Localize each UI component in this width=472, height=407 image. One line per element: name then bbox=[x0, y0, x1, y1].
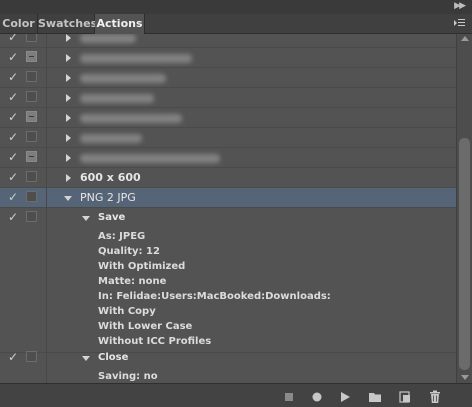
action-name-blurred bbox=[80, 54, 192, 63]
vertical-scrollbar[interactable] bbox=[456, 34, 472, 383]
action-name-blurred bbox=[80, 154, 220, 163]
toggle-check-icon[interactable]: ✓ bbox=[6, 130, 20, 144]
toggle-check-icon[interactable]: ✓ bbox=[6, 210, 20, 224]
actions-toolbar bbox=[0, 383, 472, 407]
action-row[interactable]: ✓ bbox=[0, 148, 456, 168]
action-name-blurred bbox=[80, 74, 166, 83]
step-save[interactable]: ✓ Save As: JPEG Quality: 12 With Optimiz… bbox=[0, 208, 456, 353]
dialog-toggle-box[interactable] bbox=[26, 191, 37, 202]
expand-arrow-icon[interactable] bbox=[66, 134, 71, 142]
action-row[interactable]: ✓ bbox=[0, 48, 456, 68]
step-close[interactable]: ✓ Close Saving: no bbox=[0, 348, 456, 383]
scroll-up-icon[interactable] bbox=[461, 36, 469, 41]
dialog-toggle-box[interactable] bbox=[26, 91, 37, 102]
action-row[interactable]: ✓ 600 x 600 bbox=[0, 168, 456, 188]
action-row[interactable]: ✓ bbox=[0, 68, 456, 88]
tab-actions[interactable]: Actions bbox=[95, 14, 145, 34]
action-row-selected[interactable]: ✓ PNG 2 JPG bbox=[0, 188, 456, 208]
toggle-check-icon[interactable]: ✓ bbox=[6, 150, 20, 164]
toggle-check-icon[interactable]: ✓ bbox=[6, 110, 20, 124]
toggle-check-icon[interactable]: ✓ bbox=[6, 350, 20, 364]
panel-top-strip: ▶▶ bbox=[0, 0, 472, 14]
scroll-down-icon[interactable] bbox=[461, 375, 469, 380]
step-param: With Lower Case bbox=[98, 321, 193, 332]
action-row[interactable]: ✓ bbox=[0, 108, 456, 128]
tab-swatches[interactable]: Swatches bbox=[38, 14, 97, 33]
action-name: PNG 2 JPG bbox=[80, 191, 136, 204]
step-name: Close bbox=[98, 352, 129, 363]
dialog-toggle-box[interactable] bbox=[26, 351, 37, 362]
step-param: In: Felidae:Users:MacBooked:Downloads: bbox=[98, 291, 331, 302]
toggle-check-icon[interactable]: ✓ bbox=[6, 34, 20, 44]
dialog-toggle-box[interactable] bbox=[26, 34, 37, 42]
dialog-toggle-box[interactable] bbox=[26, 211, 37, 222]
step-param: Saving: no bbox=[98, 371, 158, 382]
dialog-toggle-box[interactable] bbox=[26, 171, 37, 182]
toggle-check-icon[interactable]: ✓ bbox=[6, 70, 20, 84]
toggle-check-icon[interactable]: ✓ bbox=[6, 190, 20, 204]
new-action-icon[interactable] bbox=[398, 389, 412, 403]
expand-arrow-icon[interactable] bbox=[66, 154, 71, 162]
new-set-icon[interactable] bbox=[368, 389, 382, 403]
expand-arrow-icon[interactable] bbox=[66, 74, 71, 82]
action-row[interactable]: ✓ bbox=[0, 88, 456, 108]
panel-menu-icon[interactable] bbox=[454, 18, 465, 28]
stop-icon[interactable] bbox=[282, 389, 296, 403]
actions-list: ✓ ✓ ✓ ✓ ✓ ✓ ✓ ✓ 600 x 600 ✓ PNG 2 JPG ✓ … bbox=[0, 34, 456, 383]
collapse-arrow-icon[interactable] bbox=[64, 196, 72, 201]
action-name: 600 x 600 bbox=[80, 171, 141, 184]
step-param: Without ICC Profiles bbox=[98, 336, 212, 347]
step-name: Save bbox=[98, 212, 126, 223]
action-name-blurred bbox=[80, 114, 182, 123]
step-param: With Optimized bbox=[98, 261, 186, 272]
toggle-check-icon[interactable]: ✓ bbox=[6, 50, 20, 64]
delete-icon[interactable] bbox=[428, 389, 442, 403]
step-param: As: JPEG bbox=[98, 231, 146, 242]
collapse-panel-icon[interactable]: ▶▶ bbox=[454, 1, 466, 11]
action-row[interactable]: ✓ bbox=[0, 128, 456, 148]
play-icon[interactable] bbox=[338, 389, 352, 403]
expand-arrow-icon[interactable] bbox=[66, 34, 71, 42]
collapse-arrow-icon[interactable] bbox=[82, 356, 90, 361]
scrollbar-thumb[interactable] bbox=[459, 138, 470, 370]
action-name-blurred bbox=[80, 94, 154, 103]
dialog-toggle-box[interactable] bbox=[26, 151, 37, 162]
dialog-toggle-box[interactable] bbox=[26, 111, 37, 122]
dialog-toggle-box[interactable] bbox=[26, 71, 37, 82]
expand-arrow-icon[interactable] bbox=[66, 54, 71, 62]
expand-arrow-icon[interactable] bbox=[66, 174, 71, 182]
step-param: Matte: none bbox=[98, 276, 167, 287]
expand-arrow-icon[interactable] bbox=[66, 94, 71, 102]
action-name-blurred bbox=[80, 34, 136, 43]
record-icon[interactable] bbox=[310, 389, 324, 403]
dialog-toggle-box[interactable] bbox=[26, 51, 37, 62]
tab-color[interactable]: Color bbox=[0, 14, 38, 33]
action-row[interactable]: ✓ bbox=[0, 34, 456, 48]
expand-arrow-icon[interactable] bbox=[66, 114, 71, 122]
toggle-check-icon[interactable]: ✓ bbox=[6, 170, 20, 184]
step-param: Quality: 12 bbox=[98, 246, 160, 257]
actions-panel: ▶▶ Color Swatches Actions ✓ ✓ ✓ ✓ ✓ ✓ ✓ … bbox=[0, 0, 472, 407]
dialog-toggle-box[interactable] bbox=[26, 131, 37, 142]
toggle-check-icon[interactable]: ✓ bbox=[6, 90, 20, 104]
action-name-blurred bbox=[80, 134, 142, 143]
step-param: With Copy bbox=[98, 306, 156, 317]
collapse-arrow-icon[interactable] bbox=[82, 216, 90, 221]
